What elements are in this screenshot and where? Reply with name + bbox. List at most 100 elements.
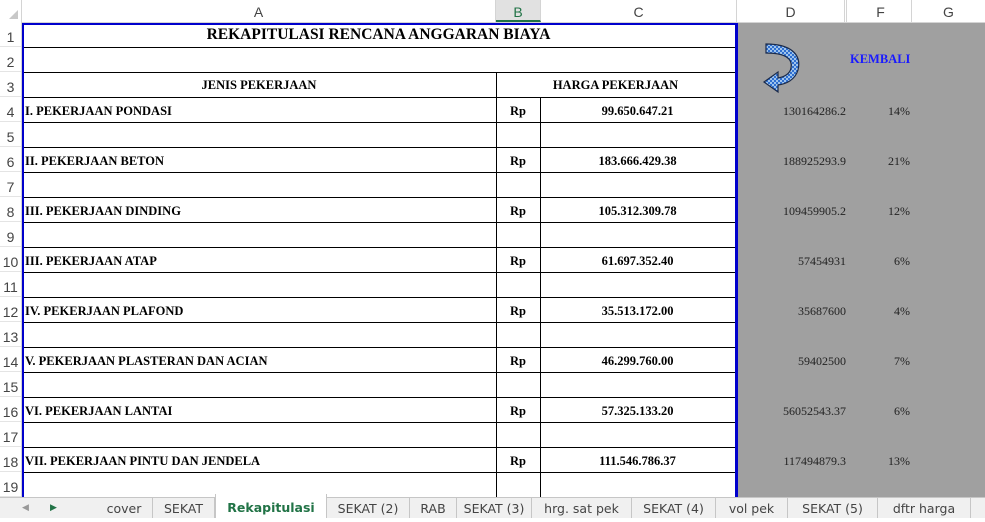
sheet-tab-sekat-4[interactable]: SEKAT (4) bbox=[632, 498, 716, 518]
percentage-cell[interactable]: 7% bbox=[848, 354, 910, 369]
column-d-value-cell[interactable]: 188925293.9 bbox=[738, 154, 846, 169]
sheet-tab-sekat[interactable]: SEKAT bbox=[153, 498, 215, 518]
row-header-6[interactable]: 6 bbox=[0, 147, 21, 172]
back-arrow-icon[interactable] bbox=[762, 40, 806, 96]
grid-line bbox=[24, 47, 735, 48]
column-header-d[interactable]: D bbox=[737, 0, 847, 22]
percentage-cell[interactable]: 12% bbox=[848, 204, 910, 219]
sheet-tab-hrg-sat-pek[interactable]: hrg. sat pek bbox=[532, 498, 632, 518]
percentage-cell[interactable]: 21% bbox=[848, 154, 910, 169]
row-header-15[interactable]: 15 bbox=[0, 372, 21, 397]
row-header-5[interactable]: 5 bbox=[0, 122, 21, 147]
row-header-13[interactable]: 13 bbox=[0, 322, 21, 347]
jenis-pekerjaan-cell[interactable]: VI. PEKERJAAN LANTAI bbox=[25, 404, 172, 419]
sheet-title[interactable]: REKAPITULASI RENCANA ANGGARAN BIAYA bbox=[22, 26, 735, 44]
grid-line bbox=[24, 347, 735, 348]
currency-cell[interactable]: Rp bbox=[496, 354, 540, 369]
currency-cell[interactable]: Rp bbox=[496, 204, 540, 219]
percentage-cell[interactable]: 13% bbox=[848, 454, 910, 469]
harga-pekerjaan-cell[interactable]: 57.325.133.20 bbox=[540, 404, 735, 419]
row-header-12[interactable]: 12 bbox=[0, 297, 21, 322]
row-header-7[interactable]: 7 bbox=[0, 172, 21, 197]
percentage-cell[interactable]: 14% bbox=[848, 104, 910, 119]
harga-pekerjaan-cell[interactable]: 35.513.172.00 bbox=[540, 304, 735, 319]
sheet-tab-hit-v[interactable]: hit v bbox=[971, 498, 985, 518]
row-header-2[interactable]: 2 bbox=[0, 47, 21, 72]
column-header-c[interactable]: C bbox=[541, 0, 737, 22]
row-header-4[interactable]: 4 bbox=[0, 97, 21, 122]
row-header-3[interactable]: 3 bbox=[0, 72, 21, 97]
row-header-16[interactable]: 16 bbox=[0, 397, 21, 422]
column-d-value-cell[interactable]: 130164286.2 bbox=[738, 104, 846, 119]
grid-line bbox=[24, 97, 735, 98]
sheet-tab-cover[interactable]: cover bbox=[96, 498, 153, 518]
tab-scroll-right-icon[interactable]: ▶ bbox=[50, 502, 57, 513]
sheet-tab-sekat-2[interactable]: SEKAT (2) bbox=[327, 498, 410, 518]
column-header-g[interactable]: G bbox=[912, 0, 985, 22]
row-header-18[interactable]: 18 bbox=[0, 447, 21, 472]
row-header-17[interactable]: 17 bbox=[0, 422, 21, 447]
currency-cell[interactable]: Rp bbox=[496, 254, 540, 269]
sheet-tab-sekat-5[interactable]: SEKAT (5) bbox=[788, 498, 878, 518]
grid-line bbox=[24, 147, 735, 148]
grid-line bbox=[24, 122, 735, 123]
grid-line bbox=[24, 422, 735, 423]
jenis-pekerjaan-cell[interactable]: II. PEKERJAAN BETON bbox=[25, 154, 164, 169]
sheet-tab-dftr-harga[interactable]: dftr harga bbox=[878, 498, 971, 518]
row-header-10[interactable]: 10 bbox=[0, 247, 21, 272]
jenis-pekerjaan-cell[interactable]: IV. PEKERJAAN PLAFOND bbox=[25, 304, 183, 319]
column-header-a[interactable]: A bbox=[22, 0, 496, 22]
sheet-tab-rekapitulasi[interactable]: Rekapitulasi bbox=[215, 494, 327, 518]
header-jenis-pekerjaan[interactable]: JENIS PEKERJAAN bbox=[22, 78, 496, 93]
currency-cell[interactable]: Rp bbox=[496, 404, 540, 419]
grid-line bbox=[24, 197, 735, 198]
jenis-pekerjaan-cell[interactable]: V. PEKERJAAN PLASTERAN DAN ACIAN bbox=[25, 354, 268, 369]
sheet-tab-rab[interactable]: RAB bbox=[410, 498, 457, 518]
column-d-value-cell[interactable]: 117494879.3 bbox=[738, 454, 846, 469]
row-header-11[interactable]: 11 bbox=[0, 272, 21, 297]
harga-pekerjaan-cell[interactable]: 46.299.760.00 bbox=[540, 354, 735, 369]
harga-pekerjaan-cell[interactable]: 99.650.647.21 bbox=[540, 104, 735, 119]
currency-cell[interactable]: Rp bbox=[496, 454, 540, 469]
kembali-link[interactable]: KEMBALI bbox=[850, 52, 910, 67]
currency-cell[interactable]: Rp bbox=[496, 304, 540, 319]
grid-line bbox=[24, 297, 735, 298]
percentage-cell[interactable]: 6% bbox=[848, 254, 910, 269]
column-d-value-cell[interactable]: 59402500 bbox=[738, 354, 846, 369]
currency-cell[interactable]: Rp bbox=[496, 104, 540, 119]
column-d-value-cell[interactable]: 57454931 bbox=[738, 254, 846, 269]
grid-line-vertical bbox=[496, 73, 497, 497]
worksheet-grid[interactable]: REKAPITULASI RENCANA ANGGARAN BIAYA JENI… bbox=[22, 23, 985, 497]
jenis-pekerjaan-cell[interactable]: I. PEKERJAAN PONDASI bbox=[25, 104, 172, 119]
row-header-1[interactable]: 1 bbox=[0, 22, 21, 47]
column-d-value-cell[interactable]: 109459905.2 bbox=[738, 204, 846, 219]
currency-cell[interactable]: Rp bbox=[496, 154, 540, 169]
harga-pekerjaan-cell[interactable]: 183.666.429.38 bbox=[540, 154, 735, 169]
column-d-value-cell[interactable]: 35687600 bbox=[738, 304, 846, 319]
grid-line bbox=[24, 272, 735, 273]
sheet-tab-sekat-3[interactable]: SEKAT (3) bbox=[457, 498, 532, 518]
grid-line bbox=[24, 172, 735, 173]
sheet-tab-vol-pek[interactable]: vol pek bbox=[716, 498, 788, 518]
select-all-corner[interactable] bbox=[0, 0, 22, 22]
tab-scroll-left-icon[interactable]: ◀ bbox=[22, 502, 29, 513]
column-header-b[interactable]: B bbox=[496, 0, 541, 22]
jenis-pekerjaan-cell[interactable]: III. PEKERJAAN ATAP bbox=[25, 254, 157, 269]
jenis-pekerjaan-cell[interactable]: VII. PEKERJAAN PINTU DAN JENDELA bbox=[25, 454, 260, 469]
header-harga-pekerjaan[interactable]: HARGA PEKERJAAN bbox=[496, 78, 735, 93]
harga-pekerjaan-cell[interactable]: 105.312.309.78 bbox=[540, 204, 735, 219]
column-d-value-cell[interactable]: 56052543.37 bbox=[738, 404, 846, 419]
jenis-pekerjaan-cell[interactable]: III. PEKERJAAN DINDING bbox=[25, 204, 181, 219]
percentage-cell[interactable]: 6% bbox=[848, 404, 910, 419]
row-header-9[interactable]: 9 bbox=[0, 222, 21, 247]
column-header-f[interactable]: F bbox=[850, 0, 912, 22]
row-header-19[interactable]: 19 bbox=[0, 472, 21, 497]
row-header-14[interactable]: 14 bbox=[0, 347, 21, 372]
row-header-8[interactable]: 8 bbox=[0, 197, 21, 222]
harga-pekerjaan-cell[interactable]: 61.697.352.40 bbox=[540, 254, 735, 269]
column-header-bar: A B C D F G bbox=[0, 0, 985, 23]
harga-pekerjaan-cell[interactable]: 111.546.786.37 bbox=[540, 454, 735, 469]
percentage-cell[interactable]: 4% bbox=[848, 304, 910, 319]
grid-line bbox=[24, 447, 735, 448]
print-area-border-left bbox=[22, 23, 24, 497]
